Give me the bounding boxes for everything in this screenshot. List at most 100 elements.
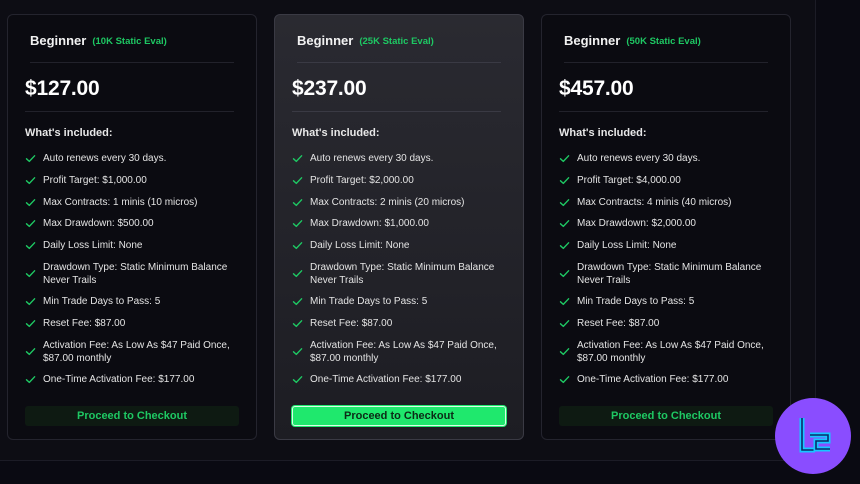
check-icon xyxy=(25,153,36,164)
included-heading: What's included: xyxy=(292,127,380,139)
feature-item: Profit Target: $2,000.00 xyxy=(292,174,515,187)
feature-text: Min Trade Days to Pass: 5 xyxy=(310,295,428,307)
feature-list: Auto renews every 30 days. Profit Target… xyxy=(559,152,782,394)
feature-text: One-Time Activation Fee: $177.00 xyxy=(577,373,729,385)
check-icon xyxy=(25,197,36,208)
feature-text: Drawdown Type: Static Minimum Balance Ne… xyxy=(310,261,495,286)
feature-text: Reset Fee: $87.00 xyxy=(43,317,126,329)
check-icon xyxy=(559,318,570,329)
feature-text: Max Contracts: 4 minis (40 micros) xyxy=(577,196,732,208)
feature-item: Daily Loss Limit: None xyxy=(25,239,248,252)
check-icon xyxy=(292,346,303,357)
check-icon xyxy=(292,153,303,164)
check-icon xyxy=(25,346,36,357)
feature-text: One-Time Activation Fee: $177.00 xyxy=(43,373,195,385)
check-icon xyxy=(292,296,303,307)
plan-tier: Beginner xyxy=(297,33,354,48)
feature-text: Auto renews every 30 days. xyxy=(43,153,167,164)
feature-item: Max Contracts: 1 minis (10 micros) xyxy=(25,196,248,209)
feature-item: Min Trade Days to Pass: 5 xyxy=(25,295,248,308)
feature-item: Activation Fee: As Low As $47 Paid Once,… xyxy=(292,339,515,365)
pricing-card-10k: Beginner (10K Static Eval) $127.00 What'… xyxy=(7,14,257,440)
check-icon xyxy=(25,240,36,251)
feature-text: Max Contracts: 1 minis (10 micros) xyxy=(43,196,198,208)
feature-item: Profit Target: $4,000.00 xyxy=(559,174,782,187)
check-icon xyxy=(292,175,303,186)
price-row: $457.00 xyxy=(559,75,768,112)
feature-text: Reset Fee: $87.00 xyxy=(577,317,660,329)
check-icon xyxy=(292,218,303,229)
feature-text: Max Contracts: 2 minis (20 micros) xyxy=(310,196,465,208)
feature-text: Activation Fee: As Low As $47 Paid Once,… xyxy=(577,339,764,364)
feature-item: Drawdown Type: Static Minimum Balance Ne… xyxy=(292,261,515,287)
feature-text: Max Drawdown: $1,000.00 xyxy=(310,218,429,230)
check-icon xyxy=(559,374,570,385)
feature-item: Min Trade Days to Pass: 5 xyxy=(559,295,782,308)
feature-text: Auto renews every 30 days. xyxy=(577,153,701,164)
check-icon xyxy=(559,346,570,357)
price-row: $127.00 xyxy=(25,75,234,112)
check-icon xyxy=(292,197,303,208)
check-icon xyxy=(559,218,570,229)
check-icon xyxy=(25,318,36,329)
feature-item: Reset Fee: $87.00 xyxy=(292,317,515,330)
check-icon xyxy=(559,197,570,208)
brand-logo-icon xyxy=(775,398,851,474)
feature-item: Max Drawdown: $2,000.00 xyxy=(559,217,782,230)
card-header: Beginner (10K Static Eval) xyxy=(30,34,234,63)
feature-text: One-Time Activation Fee: $177.00 xyxy=(310,373,462,385)
feature-item: Activation Fee: As Low As $47 Paid Once,… xyxy=(25,339,248,365)
feature-text: Daily Loss Limit: None xyxy=(43,240,143,252)
feature-item: Daily Loss Limit: None xyxy=(559,239,782,252)
check-icon xyxy=(292,374,303,385)
included-heading: What's included: xyxy=(25,127,113,139)
feature-item: Max Contracts: 4 minis (40 micros) xyxy=(559,196,782,209)
feature-item: Reset Fee: $87.00 xyxy=(559,317,782,330)
feature-text: Daily Loss Limit: None xyxy=(577,240,677,252)
check-icon xyxy=(25,374,36,385)
check-icon xyxy=(25,268,36,279)
plan-price: $237.00 xyxy=(292,77,367,100)
proceed-to-checkout-button[interactable]: Proceed to Checkout xyxy=(292,406,506,426)
plan-tag: (25K Static Eval) xyxy=(359,36,434,47)
price-row: $237.00 xyxy=(292,75,501,112)
feature-text: Profit Target: $2,000.00 xyxy=(310,174,414,186)
feature-item: One-Time Activation Fee: $177.00 xyxy=(559,373,782,386)
feature-item: Min Trade Days to Pass: 5 xyxy=(292,295,515,308)
feature-text: Max Drawdown: $2,000.00 xyxy=(577,218,696,230)
feature-item: One-Time Activation Fee: $177.00 xyxy=(25,373,248,386)
plan-price: $457.00 xyxy=(559,77,634,100)
feature-text: Min Trade Days to Pass: 5 xyxy=(577,295,695,307)
proceed-to-checkout-button[interactable]: Proceed to Checkout xyxy=(25,406,239,426)
check-icon xyxy=(292,240,303,251)
check-icon xyxy=(559,268,570,279)
feature-item: Auto renews every 30 days. xyxy=(292,152,515,165)
check-icon xyxy=(292,318,303,329)
feature-text: Activation Fee: As Low As $47 Paid Once,… xyxy=(310,339,497,364)
feature-item: Reset Fee: $87.00 xyxy=(25,317,248,330)
feature-item: Profit Target: $1,000.00 xyxy=(25,174,248,187)
feature-item: One-Time Activation Fee: $177.00 xyxy=(292,373,515,386)
feature-list: Auto renews every 30 days. Profit Target… xyxy=(25,152,248,394)
plan-tag: (10K Static Eval) xyxy=(92,36,167,47)
pricing-cards: Beginner (10K Static Eval) $127.00 What'… xyxy=(0,0,860,484)
feature-text: Profit Target: $1,000.00 xyxy=(43,174,147,186)
feature-text: Profit Target: $4,000.00 xyxy=(577,174,681,186)
check-icon xyxy=(559,175,570,186)
feature-text: Min Trade Days to Pass: 5 xyxy=(43,295,161,307)
feature-item: Max Drawdown: $500.00 xyxy=(25,217,248,230)
feature-item: Drawdown Type: Static Minimum Balance Ne… xyxy=(559,261,782,287)
check-icon xyxy=(559,296,570,307)
check-icon xyxy=(559,240,570,251)
card-header: Beginner (50K Static Eval) xyxy=(564,34,768,63)
feature-text: Activation Fee: As Low As $47 Paid Once,… xyxy=(43,339,230,364)
card-header: Beginner (25K Static Eval) xyxy=(297,34,501,63)
feature-item: Max Contracts: 2 minis (20 micros) xyxy=(292,196,515,209)
included-heading: What's included: xyxy=(559,127,647,139)
feature-item: Auto renews every 30 days. xyxy=(25,152,248,165)
feature-text: Auto renews every 30 days. xyxy=(310,153,434,164)
feature-text: Drawdown Type: Static Minimum Balance Ne… xyxy=(43,261,228,286)
plan-price: $127.00 xyxy=(25,77,100,100)
pricing-card-25k: Beginner (25K Static Eval) $237.00 What'… xyxy=(274,14,524,440)
proceed-to-checkout-button[interactable]: Proceed to Checkout xyxy=(559,406,773,426)
